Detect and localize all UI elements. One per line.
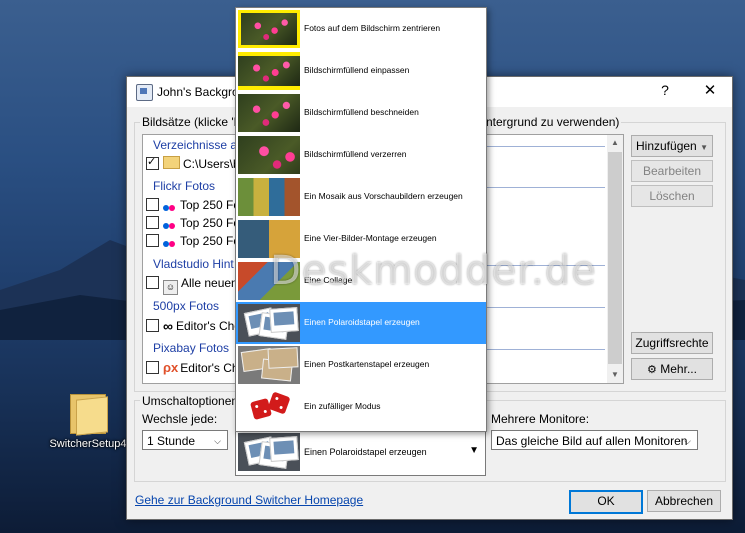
chevron-down-icon: ▼ — [700, 143, 708, 152]
checkbox[interactable] — [146, 198, 159, 211]
switch-options-label: Umschaltoptionen — [140, 394, 241, 408]
dice-icon — [238, 388, 300, 426]
more-button[interactable]: ⚙ Mehr... — [631, 358, 713, 380]
category-folders: Verzeichnisse au — [153, 138, 244, 152]
checkbox[interactable] — [146, 361, 159, 374]
pixabay-icon: ρx — [163, 360, 179, 375]
sets-group-label: Bildsätze (klicke 'H — [140, 115, 245, 129]
checkbox[interactable] — [146, 319, 159, 332]
help-button[interactable]: ? — [655, 82, 675, 98]
edit-button[interactable]: Bearbeiten — [631, 160, 713, 182]
flickr-icon — [163, 200, 177, 214]
list-item[interactable]: ρx Editor's Cho — [146, 360, 245, 375]
flickr-icon — [163, 236, 177, 250]
app-icon — [136, 84, 153, 101]
folder-icon — [163, 156, 180, 169]
scroll-down-icon[interactable]: ▼ — [607, 367, 623, 383]
chevron-down-icon: ⌵ — [684, 436, 691, 446]
postcards-thumbnail — [238, 346, 300, 384]
desktop-icon-label: SwitcherSetup4 — [49, 438, 127, 450]
mode-option-stretch[interactable]: Bildschirmfüllend verzerren — [236, 134, 486, 176]
category-500px: 500px Fotos — [153, 299, 220, 313]
dropdown-arrow-icon: ▼ — [469, 445, 479, 456]
monitors-label: Mehrere Monitore: — [491, 412, 590, 426]
scroll-up-icon[interactable]: ▲ — [607, 135, 623, 151]
checkbox[interactable] — [146, 276, 159, 289]
folder-icon — [68, 390, 108, 436]
montage-thumbnail — [238, 220, 300, 258]
polaroid-thumbnail — [238, 433, 300, 471]
mode-select-value: Einen Polaroidstapel erzeugen — [304, 447, 427, 457]
mode-option-collage[interactable]: Eine Collage — [236, 260, 486, 302]
flickr-icon — [163, 218, 177, 232]
list-item[interactable]: ∞ Editor's Cho — [146, 318, 241, 334]
sets-group-label-tail: ntergrund zu verwenden) — [484, 115, 622, 129]
mode-option-fit[interactable]: Bildschirmfüllend einpassen — [236, 50, 486, 92]
ok-button[interactable]: OK — [569, 490, 643, 514]
mode-option-random[interactable]: Ein zufälliger Modus — [236, 386, 486, 428]
list-item[interactable]: C:\Users\br — [146, 155, 244, 171]
category-flickr: Flickr Fotos — [153, 179, 216, 193]
mode-option-crop[interactable]: Bildschirmfüllend beschneiden — [236, 92, 486, 134]
window-title: John's Backgro — [157, 85, 239, 99]
list-item[interactable]: ☺ Alle neuen I — [146, 276, 244, 295]
desktop-icon-switcher-setup[interactable]: SwitcherSetup4 — [38, 390, 138, 450]
mode-select[interactable]: Einen Polaroidstapel erzeugen ▼ — [235, 430, 486, 476]
homepage-link[interactable]: Gehe zur Background Switcher Homepage — [135, 493, 363, 507]
mode-option-center[interactable]: Fotos auf dem Bildschirm zentrieren — [236, 8, 486, 50]
mode-option-polaroid[interactable]: Einen Polaroidstapel erzeugen — [236, 302, 486, 344]
list-item[interactable]: Top 250 Fot — [146, 198, 243, 214]
add-button[interactable]: Hinzufügen ▼ — [631, 135, 713, 157]
flowers-thumbnail — [238, 136, 300, 174]
close-button[interactable]: ✕ — [700, 81, 720, 99]
list-item[interactable]: Top 250 Fot — [146, 234, 243, 250]
polaroid-thumbnail — [238, 304, 300, 342]
list-item[interactable]: Top 250 Fot — [146, 216, 243, 232]
access-rights-button[interactable]: Zugriffsrechte — [631, 332, 713, 354]
flowers-thumbnail — [238, 52, 300, 90]
mosaic-thumbnail — [238, 178, 300, 216]
flowers-thumbnail — [238, 94, 300, 132]
monitors-select[interactable]: Das gleiche Bild auf allen Monitoren ⌵ — [491, 430, 698, 450]
delete-button[interactable]: Löschen — [631, 185, 713, 207]
mode-option-mosaic[interactable]: Ein Mosaik aus Vorschaubildern erzeugen — [236, 176, 486, 218]
cancel-button[interactable]: Abbrechen — [647, 490, 721, 512]
interval-label: Wechsle jede: — [142, 412, 218, 426]
collage-thumbnail — [238, 262, 300, 300]
category-vladstudio: Vladstudio Hint — [153, 257, 234, 271]
chevron-down-icon: ⌵ — [214, 436, 221, 446]
infinity-icon: ∞ — [163, 318, 173, 334]
gear-icon: ⚙ — [647, 364, 657, 376]
checkbox[interactable] — [146, 216, 159, 229]
interval-select[interactable]: 1 Stunde ⌵ — [142, 430, 228, 450]
flowers-thumbnail — [238, 10, 300, 48]
checkbox[interactable] — [146, 155, 159, 170]
checkbox[interactable] — [146, 234, 159, 247]
list-scrollbar[interactable]: ▲ ▼ — [607, 135, 623, 383]
person-icon: ☺ — [163, 280, 178, 295]
mode-option-postcards[interactable]: Einen Postkartenstapel erzeugen — [236, 344, 486, 386]
category-pixabay: Pixabay Fotos — [153, 341, 230, 355]
mode-dropdown-list[interactable]: Fotos auf dem Bildschirm zentrieren Bild… — [235, 7, 487, 432]
scroll-thumb[interactable] — [608, 152, 622, 364]
mode-option-four-montage[interactable]: Eine Vier-Bilder-Montage erzeugen — [236, 218, 486, 260]
